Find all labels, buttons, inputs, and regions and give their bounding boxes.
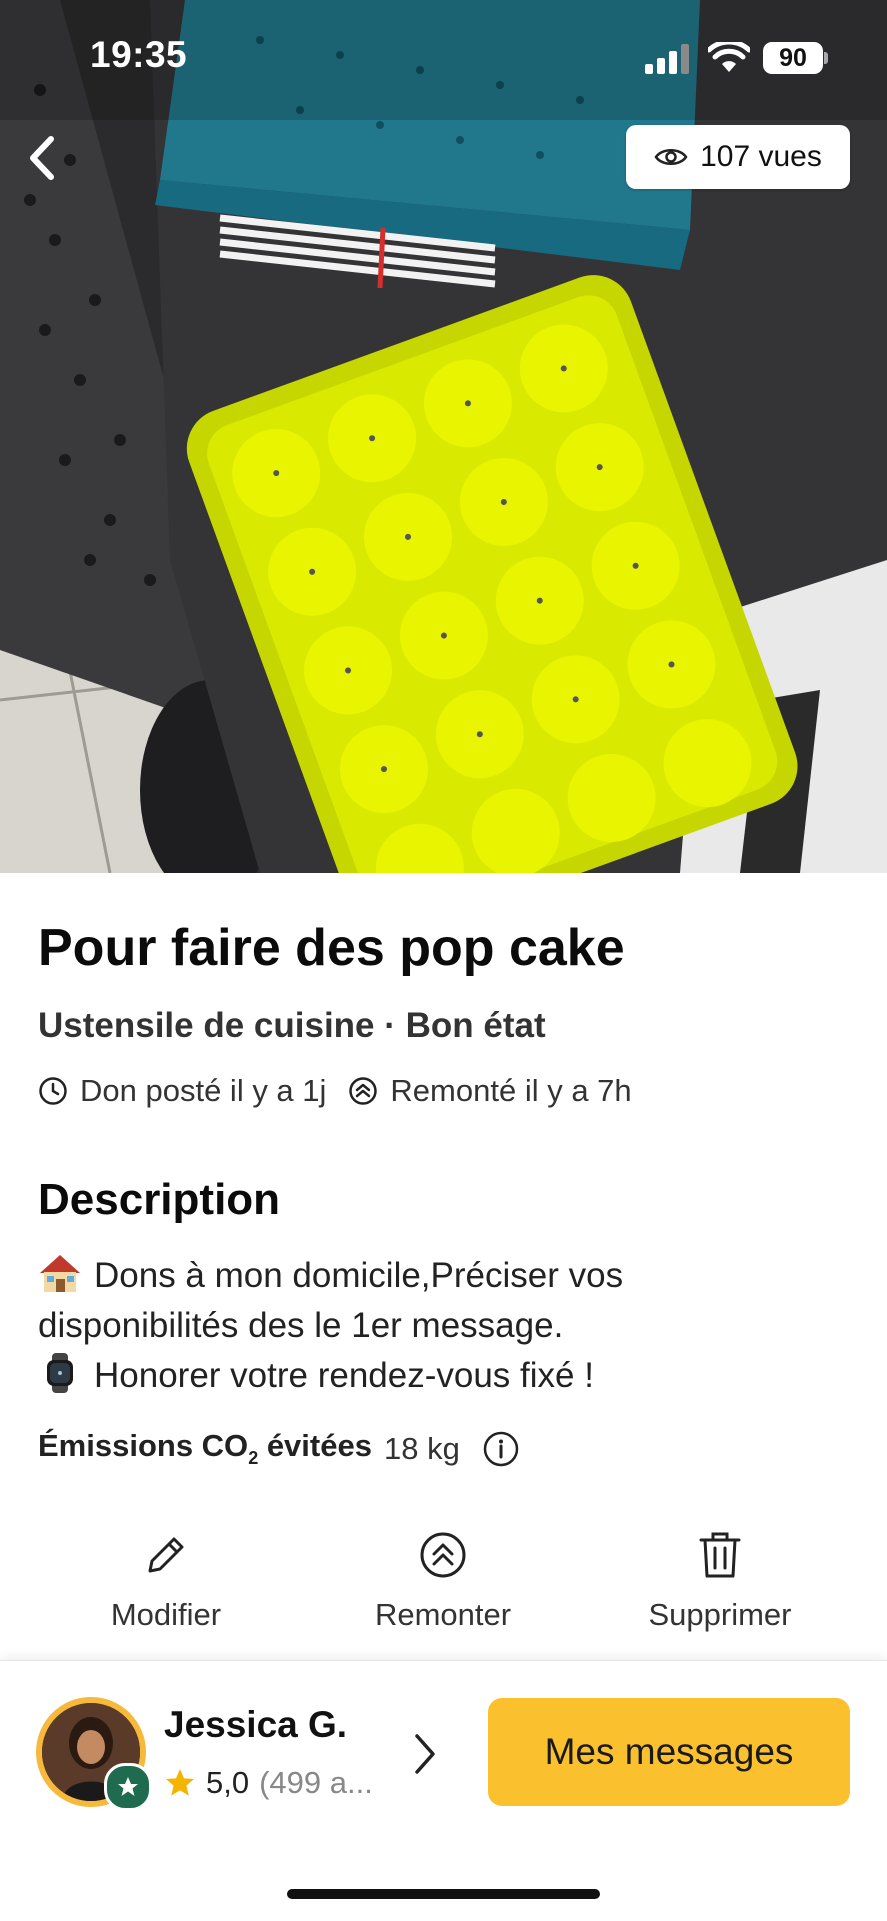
chevron-left-icon xyxy=(30,136,54,180)
home-indicator[interactable] xyxy=(287,1889,600,1899)
delete-button[interactable]: Supprimer xyxy=(610,1527,830,1633)
posted-info: Don posté il y a 1j xyxy=(38,1073,326,1109)
listing-category-condition: Ustensile de cuisine · Bon état xyxy=(38,1006,546,1045)
co2-value: 18 kg xyxy=(383,1430,460,1466)
double-chevron-up-icon xyxy=(349,1077,378,1105)
cellular-signal-icon xyxy=(645,44,689,74)
co2-label-subscript: 2 xyxy=(248,1448,259,1468)
star-icon xyxy=(166,1769,194,1796)
bumped-info: Remonté il y a 7h xyxy=(348,1073,632,1109)
co2-label: Émissions CO2 évitées xyxy=(38,1428,372,1469)
views-counter: 107 vues xyxy=(626,125,850,189)
house-icon xyxy=(40,1255,80,1292)
watch-icon xyxy=(47,1353,73,1393)
user-rating: 5,0 (499 a... xyxy=(164,1765,373,1801)
description-line-1: Dons à mon domicile,Préciser vos xyxy=(94,1256,624,1295)
messages-button[interactable]: Mes messages xyxy=(488,1698,850,1806)
pencil-icon xyxy=(148,1537,184,1573)
double-chevron-up-circle-icon xyxy=(420,1532,466,1578)
rating-count: (499 a... xyxy=(259,1765,373,1800)
bump-label: Remonter xyxy=(374,1597,512,1632)
edit-button[interactable]: Modifier xyxy=(56,1527,276,1633)
clock-icon xyxy=(39,1077,67,1105)
edit-label: Modifier xyxy=(110,1597,222,1632)
description-heading: Description xyxy=(38,1175,281,1224)
co2-label-post: évitées xyxy=(258,1428,372,1463)
profile-link-button[interactable] xyxy=(412,1732,438,1781)
badge-star-icon xyxy=(118,1777,138,1796)
description-text: Dons à mon domicile,Préciser vos disponi… xyxy=(38,1251,858,1401)
info-button[interactable] xyxy=(482,1430,520,1468)
chevron-right-icon xyxy=(415,1734,435,1774)
co2-label-pre: Émissions CO xyxy=(38,1428,249,1463)
trash-icon xyxy=(699,1532,741,1578)
eye-icon xyxy=(654,149,688,165)
listing-meta: Don posté il y a 1j Remonté il y a 7h xyxy=(38,1073,654,1109)
status-time: 19:35 xyxy=(90,34,188,75)
listing-title: Pour faire des pop cake xyxy=(38,919,625,977)
co2-savings: Émissions CO2 évitées 18 kg xyxy=(38,1428,520,1469)
battery-level: 90 xyxy=(779,44,807,72)
posted-label: Don posté il y a 1j xyxy=(80,1073,327,1108)
delete-label: Supprimer xyxy=(648,1597,792,1632)
description-line-3: Honorer votre rendez-vous fixé ! xyxy=(94,1356,594,1395)
description-line-2: disponibilités des le 1er message. xyxy=(38,1306,564,1345)
back-button[interactable] xyxy=(12,128,72,188)
messages-button-label: Mes messages xyxy=(544,1731,794,1772)
bump-button[interactable]: Remonter xyxy=(333,1527,553,1633)
battery-icon: 90 xyxy=(763,42,823,74)
rating-score: 5,0 xyxy=(206,1765,250,1800)
bumped-label: Remonté il y a 7h xyxy=(390,1073,632,1108)
views-label: 107 vues xyxy=(700,140,822,173)
wifi-icon xyxy=(708,42,750,72)
verified-badge-icon xyxy=(104,1763,152,1811)
battery-tip xyxy=(824,52,828,64)
info-icon xyxy=(483,1431,519,1466)
user-name[interactable]: Jessica G. xyxy=(164,1704,347,1746)
